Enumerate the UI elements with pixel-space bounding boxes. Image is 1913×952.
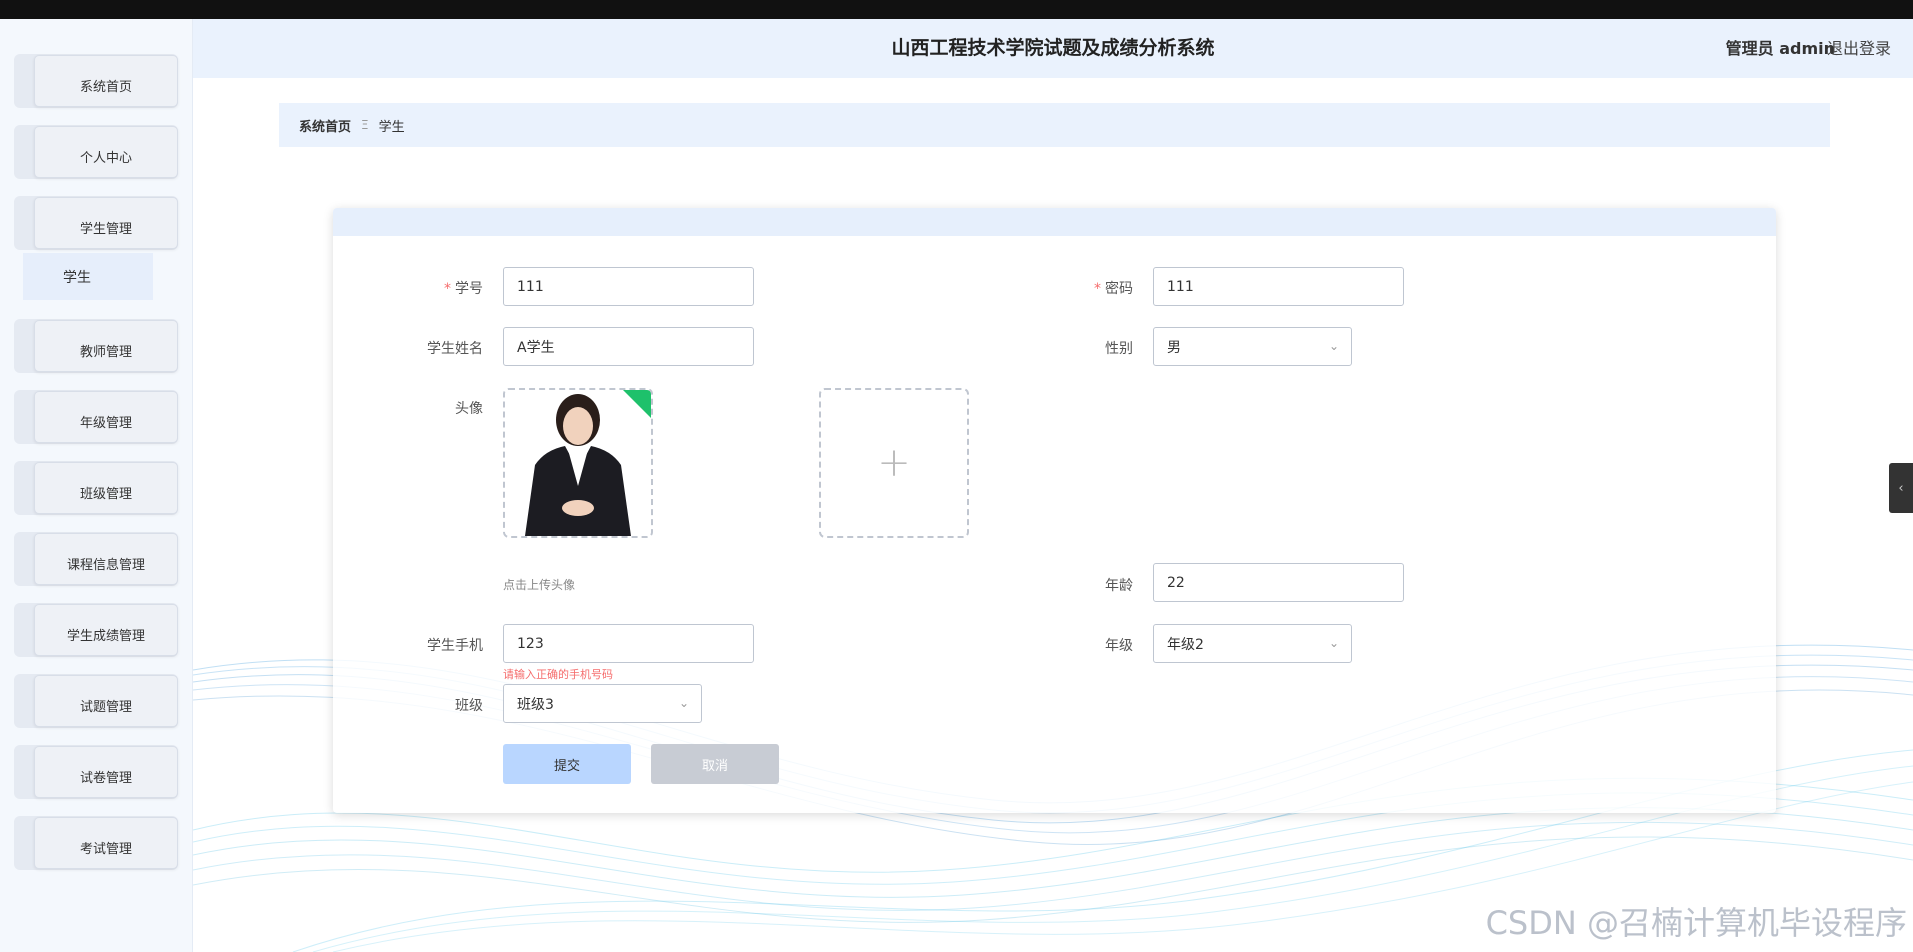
gender-select-value: 男 [1167, 339, 1181, 356]
sidebar-item-label: 教师管理 [34, 320, 178, 372]
sidebar-item-profile[interactable]: 个人中心 [14, 125, 178, 179]
sidebar-item-label: 班级管理 [34, 462, 178, 514]
upload-plus-icon[interactable]: + [819, 388, 969, 538]
cancel-button[interactable]: 取消 [651, 744, 779, 784]
chevron-down-icon: ⌄ [1328, 339, 1339, 353]
class-label: 班级 [455, 698, 483, 714]
student-no-label: * 学号 [444, 281, 483, 297]
header: 山西工程技术学院试题及成绩分析系统 管理员 admin 退出登录 [193, 19, 1913, 78]
chevron-down-icon: ⌄ [678, 696, 689, 710]
student-name-label: 学生姓名 [427, 341, 483, 357]
window-top-bar [0, 0, 1913, 19]
sidebar-item-label: 学生管理 [34, 197, 178, 249]
sidebar-item-label: 试卷管理 [34, 746, 178, 798]
sidebar-item-class-management[interactable]: 班级管理 [14, 461, 178, 515]
sidebar-item-exam-management[interactable]: 考试管理 [14, 816, 178, 870]
sidebar-item-label: 个人中心 [34, 126, 178, 178]
grade-select[interactable]: 年级2 ⌄ [1153, 624, 1352, 663]
phone-label: 学生手机 [427, 638, 483, 654]
sidebar-subitem-student[interactable]: 学生 [23, 253, 153, 300]
chevron-left-icon[interactable]: ‹ [1889, 463, 1913, 513]
card-header [333, 208, 1776, 236]
gender-label: 性别 [1105, 341, 1133, 357]
required-mark: * [1094, 281, 1101, 297]
password-label: * 密码 [1094, 281, 1133, 297]
avatar-label: 头像 [455, 401, 483, 417]
submit-button[interactable]: 提交 [503, 744, 631, 784]
student-no-input[interactable]: 111 [503, 267, 754, 306]
sidebar-item-label: 考试管理 [34, 817, 178, 869]
sidebar-item-label: 试题管理 [34, 675, 178, 727]
grade-select-value: 年级2 [1167, 636, 1204, 653]
breadcrumb-separator-icon: Ξ [361, 118, 369, 132]
phone-input[interactable]: 123 [503, 624, 754, 663]
chevron-down-icon: ⌄ [1328, 636, 1339, 650]
sidebar-item-home[interactable]: 系统首页 [14, 54, 178, 108]
sidebar-item-label: 年级管理 [34, 391, 178, 443]
sidebar-item-course-management[interactable]: 课程信息管理 [14, 532, 178, 586]
password-input[interactable]: 111 [1153, 267, 1404, 306]
breadcrumb-current: 学生 [378, 119, 405, 135]
breadcrumb: 系统首页 Ξ 学生 [279, 103, 1830, 147]
avatar-upload-hint: 点击上传头像 [503, 578, 576, 592]
age-input[interactable]: 22 [1153, 563, 1404, 602]
sidebar-item-label: 系统首页 [34, 55, 178, 107]
upload-success-icon [622, 390, 651, 419]
student-name-input[interactable]: A学生 [503, 327, 754, 366]
required-mark: * [444, 281, 451, 297]
sidebar-item-teacher-management[interactable]: 教师管理 [14, 319, 178, 373]
sidebar-item-question-management[interactable]: 试题管理 [14, 674, 178, 728]
class-select-value: 班级3 [517, 696, 554, 713]
sidebar-item-label: 学生成绩管理 [34, 604, 178, 656]
user-label: 管理员 admin [1725, 39, 1835, 58]
sidebar-item-grade-management[interactable]: 年级管理 [14, 390, 178, 444]
avatar-image[interactable] [503, 388, 653, 538]
sidebar-item-label: 课程信息管理 [34, 533, 178, 585]
watermark: CSDN @召楠计算机毕设程序 [1485, 904, 1907, 942]
logout-link[interactable]: 退出登录 [1827, 19, 1891, 78]
age-label: 年龄 [1105, 578, 1133, 594]
gender-select[interactable]: 男 ⌄ [1153, 327, 1352, 366]
sidebar-item-paper-management[interactable]: 试卷管理 [14, 745, 178, 799]
breadcrumb-home[interactable]: 系统首页 [299, 116, 351, 135]
class-select[interactable]: 班级3 ⌄ [503, 684, 702, 723]
page-title: 山西工程技术学院试题及成绩分析系统 [891, 37, 1215, 59]
student-form-card: * 学号 111 * 密码 111 学生姓名 A学生 性别 男 ⌄ 头像 + 点击上… [333, 208, 1776, 813]
sidebar: 系统首页 个人中心 学生管理 学生 教师管理 年级管理 班级管理 课程信息管理 … [0, 19, 193, 952]
phone-error-message: 请输入正确的手机号码 [503, 668, 613, 681]
grade-label: 年级 [1105, 638, 1133, 654]
sidebar-item-score-management[interactable]: 学生成绩管理 [14, 603, 178, 657]
sidebar-item-student-management[interactable]: 学生管理 [14, 196, 178, 250]
